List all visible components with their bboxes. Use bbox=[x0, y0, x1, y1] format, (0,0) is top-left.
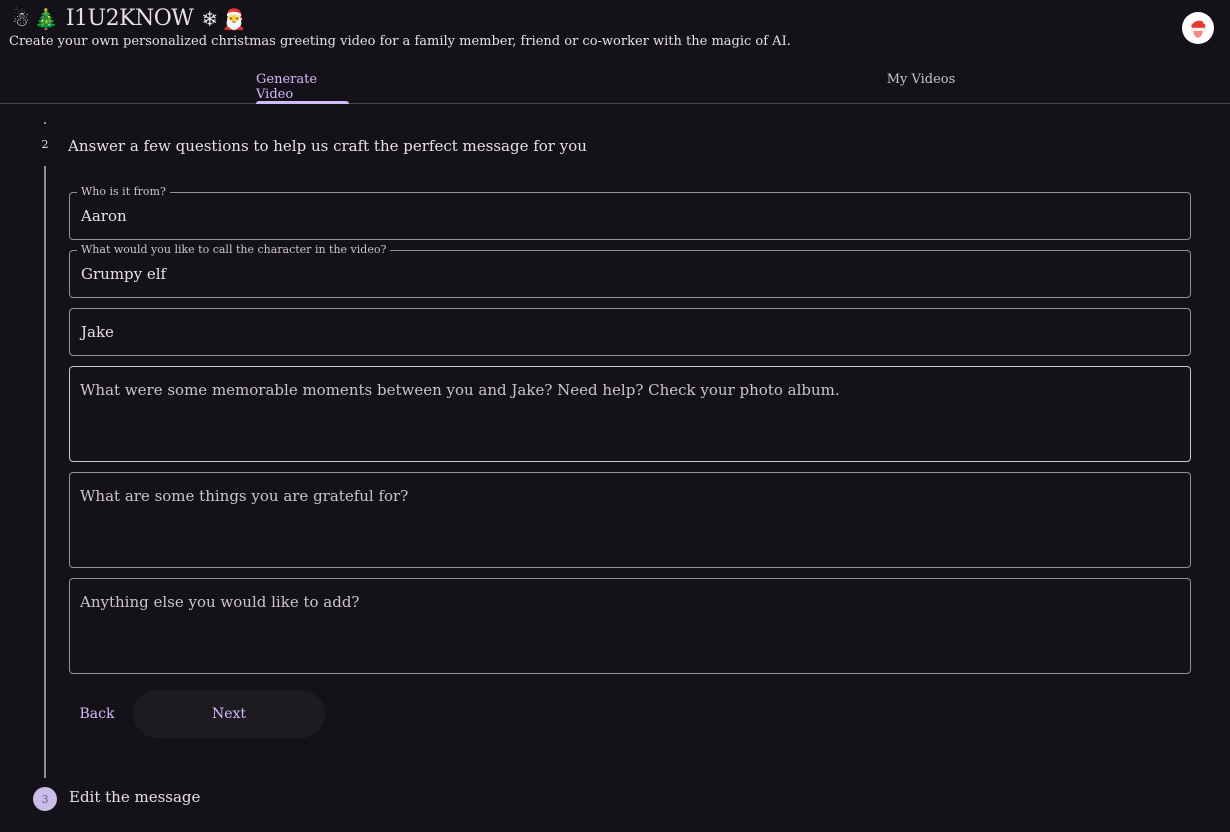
snowman-icon: ☃ bbox=[12, 6, 30, 31]
character-name-value: Grumpy elf bbox=[81, 265, 167, 283]
brand: ☃ 🎄 I1U2KNOW ❄ 🎅 bbox=[12, 6, 247, 31]
tab-label: Generate Video bbox=[256, 72, 318, 102]
from-field[interactable]: Who is it from? Aaron bbox=[69, 185, 1191, 240]
santa-hat-avatar-icon bbox=[1183, 13, 1213, 43]
step-connector bbox=[44, 166, 46, 778]
step-title: Answer a few questions to help us craft … bbox=[68, 137, 587, 155]
tab-my-videos[interactable]: My Videos bbox=[880, 60, 962, 104]
app-header: ☃ 🎄 I1U2KNOW ❄ 🎅 Create your own persona… bbox=[0, 0, 1230, 104]
step-connector bbox=[44, 122, 46, 124]
recipient-value: Jake bbox=[81, 323, 114, 341]
avatar[interactable] bbox=[1182, 12, 1214, 44]
grateful-textarea[interactable]: What are some things you are grateful fo… bbox=[69, 472, 1191, 568]
snowflake-icon: ❄ bbox=[201, 6, 218, 31]
back-button[interactable]: Back bbox=[69, 690, 125, 738]
active-tab-indicator bbox=[256, 101, 349, 104]
from-value: Aaron bbox=[81, 207, 127, 225]
grateful-placeholder: What are some things you are grateful fo… bbox=[80, 487, 409, 505]
brand-name: I1U2KNOW bbox=[65, 6, 194, 31]
santa-icon: 🎅 bbox=[221, 6, 247, 31]
additional-notes-textarea[interactable]: Anything else you would like to add? bbox=[69, 578, 1191, 674]
from-label: Who is it from? bbox=[77, 185, 170, 199]
next-button[interactable]: Next bbox=[133, 690, 325, 738]
christmas-tree-icon: 🎄 bbox=[33, 6, 58, 31]
step-number-circle: 3 bbox=[33, 787, 57, 811]
step-title: Edit the message bbox=[69, 788, 201, 806]
additional-notes-placeholder: Anything else you would like to add? bbox=[80, 593, 360, 611]
tab-generate-video[interactable]: Generate Video bbox=[256, 60, 349, 104]
tagline: Create your own personalized christmas g… bbox=[9, 34, 791, 49]
recipient-field[interactable]: Jake bbox=[69, 308, 1191, 356]
memories-placeholder: What were some memorable moments between… bbox=[80, 381, 840, 399]
character-name-label: What would you like to call the characte… bbox=[77, 243, 391, 257]
tab-label: My Videos bbox=[886, 72, 956, 87]
step-number: 2 bbox=[41, 138, 49, 151]
character-name-field[interactable]: What would you like to call the characte… bbox=[69, 243, 1191, 298]
memories-textarea[interactable]: What were some memorable moments between… bbox=[69, 366, 1191, 462]
